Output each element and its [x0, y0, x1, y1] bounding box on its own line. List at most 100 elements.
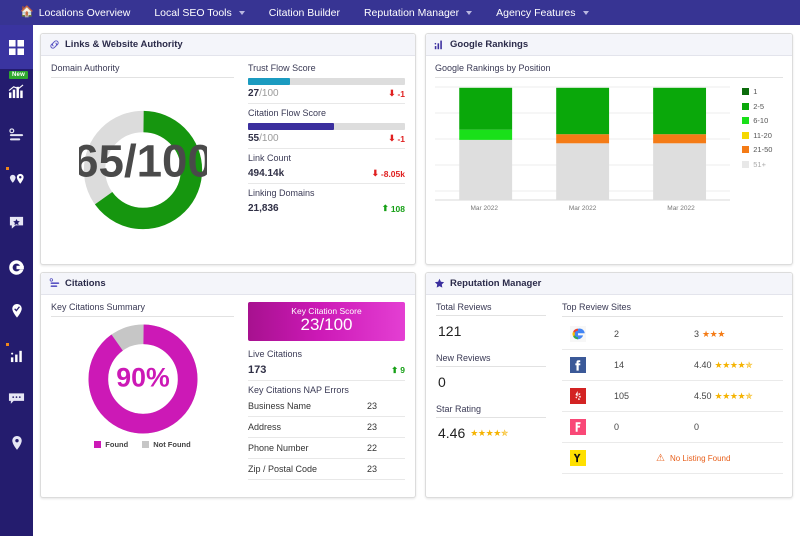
sidebar-item-google[interactable]	[0, 245, 33, 289]
nap-label: Business Name	[248, 401, 312, 411]
chevron-down-icon	[238, 10, 245, 15]
sidebar-item-analytics[interactable]	[0, 333, 33, 377]
rating-value: 0	[694, 422, 700, 432]
sidebar-item-map-pins[interactable]	[0, 157, 33, 201]
nap-row: Business Name 23	[248, 396, 405, 417]
nav-item-citation-builder[interactable]: Citation Builder	[257, 0, 352, 25]
review-count: 105	[614, 391, 630, 401]
panel-title: Links & Website Authority	[65, 39, 183, 50]
legend-label: 11-20	[753, 130, 772, 140]
sidebar-item-location[interactable]	[0, 421, 33, 465]
citation-flow-label: Citation Flow Score	[248, 108, 327, 118]
citation-flow-delta: ⬇ -1	[388, 133, 405, 144]
legend-swatch	[94, 441, 102, 448]
donut-center-value: 90%	[116, 362, 170, 392]
chart-legend: 1 2-5 6-10 11-20 21-50 51+	[730, 81, 783, 260]
sidebar-item-local-pin[interactable]	[0, 289, 33, 333]
foursquare-icon	[562, 419, 614, 435]
legend-swatch	[142, 441, 150, 448]
panel-links-website-authority: Links & Website Authority Domain Authori…	[40, 33, 416, 265]
legend-item-not-found[interactable]: Not Found	[142, 440, 191, 449]
review-rating: 3 ★★★	[694, 329, 725, 340]
arrow-down-icon: ⬇	[388, 133, 396, 143]
nav-label: Locations Overview	[38, 6, 131, 19]
review-site-row[interactable]: 105 4.50 ★★★★✯	[562, 381, 783, 412]
panel-title: Citations	[65, 278, 106, 289]
yellowpages-icon	[562, 450, 614, 466]
nav-label: Reputation Manager	[363, 6, 460, 19]
map-pins-icon	[9, 173, 24, 184]
legend-item[interactable]: 1	[742, 87, 783, 96]
link-count-label: Link Count	[248, 153, 292, 163]
review-count: 2	[614, 329, 620, 339]
google-icon	[562, 326, 614, 342]
nap-errors-label: Key Citations NAP Errors	[248, 385, 349, 395]
live-citations-label: Live Citations	[248, 349, 303, 359]
review-site-row[interactable]: 0 0	[562, 412, 783, 443]
nav-item-reputation-manager[interactable]: Reputation Manager	[352, 0, 484, 25]
arrow-up-icon: ⬆	[391, 364, 399, 375]
total-reviews-label: Total Reviews	[436, 302, 546, 316]
arrow-down-icon: ⬇	[371, 168, 379, 178]
warning-icon: ⚠	[656, 452, 665, 464]
trust-flow-label: Trust Flow Score	[248, 63, 316, 73]
x-axis-label: Mar 2022	[667, 205, 695, 212]
notification-dot-icon	[6, 167, 9, 170]
panel-title: Google Rankings	[450, 39, 529, 50]
star-rating-row: 4.46 ★★★★✯	[438, 425, 546, 441]
legend-label: Not Found	[153, 440, 191, 449]
domain-authority-donut: 65/100	[51, 81, 234, 258]
legend-label: 6-10	[753, 116, 769, 125]
panel-body: Google Rankings by Position Mar 2022 Mar…	[426, 56, 792, 264]
review-rating: 4.50 ★★★★✯	[694, 390, 753, 402]
legend-item[interactable]: 2-5	[742, 102, 783, 111]
sidebar-item-reviews[interactable]	[0, 201, 33, 245]
delta-value: -8.05k	[380, 168, 405, 179]
review-site-row[interactable]: ⚠ No Listing Found	[562, 443, 783, 474]
citations-route-icon	[9, 127, 24, 140]
review-site-row[interactable]: 14 4.40 ★★★★✯	[562, 350, 783, 381]
legend-item[interactable]: 11-20	[742, 131, 783, 140]
nap-label: Phone Number	[248, 443, 309, 453]
new-reviews-value: 0	[438, 374, 446, 390]
domain-authority-label: Domain Authority	[51, 63, 234, 78]
legend-item[interactable]: 21-50	[742, 145, 783, 154]
trust-flow-bar-fill	[248, 78, 291, 85]
nav-label: Agency Features	[496, 6, 576, 19]
legend-item-found[interactable]: Found	[94, 440, 128, 449]
arrow-down-icon: ⬇	[388, 88, 396, 98]
linking-domains-label: Linking Domains	[248, 188, 315, 198]
legend-item[interactable]: 51+	[742, 160, 783, 169]
citation-flow-value: 55	[248, 133, 260, 144]
legend-swatch	[742, 146, 750, 153]
star-rating-stars: ★★★★✯	[470, 427, 509, 438]
review-count: 0	[614, 422, 620, 432]
chevron-down-icon	[466, 10, 473, 15]
nap-value: 23	[366, 422, 377, 432]
sidebar-item-dashboard[interactable]	[0, 25, 33, 69]
nav-item-agency-features[interactable]: Agency Features	[484, 0, 600, 25]
delta-value: 108	[390, 203, 405, 214]
reputation-metrics: Total Reviews 121 New Reviews 0 Star Rat…	[436, 302, 556, 493]
sidebar-item-rankings[interactable]: New	[0, 69, 33, 113]
new-reviews-label: New Reviews	[436, 353, 546, 367]
trust-flow-delta: ⬇ -1	[388, 88, 405, 99]
sidebar-item-messages[interactable]	[0, 377, 33, 421]
review-star-icon	[9, 216, 24, 229]
legend-item[interactable]: 6-10	[742, 116, 783, 125]
nav-item-locations-overview[interactable]: 🏠 Locations Overview	[8, 0, 142, 25]
key-citation-score-card: Key Citation Score 23/100	[248, 302, 405, 341]
nav-item-local-seo-tools[interactable]: Local SEO Tools	[142, 0, 256, 25]
rating-stars: ★★★★✯	[714, 359, 753, 370]
no-listing-status: ⚠ No Listing Found	[656, 453, 730, 464]
nav-label: Citation Builder	[268, 6, 340, 19]
nap-label: Zip / Postal Code	[248, 464, 318, 474]
nap-value: 23	[366, 401, 377, 411]
notification-dot-icon	[6, 343, 9, 346]
rating-stars: ★★★★✯	[714, 390, 753, 401]
star-rating-value: 4.46	[438, 425, 466, 441]
review-site-row[interactable]: 2 3 ★★★	[562, 319, 783, 350]
sidebar-item-citations[interactable]	[0, 113, 33, 157]
arrow-up-icon: ⬆	[381, 203, 389, 213]
legend-swatch	[742, 131, 750, 139]
